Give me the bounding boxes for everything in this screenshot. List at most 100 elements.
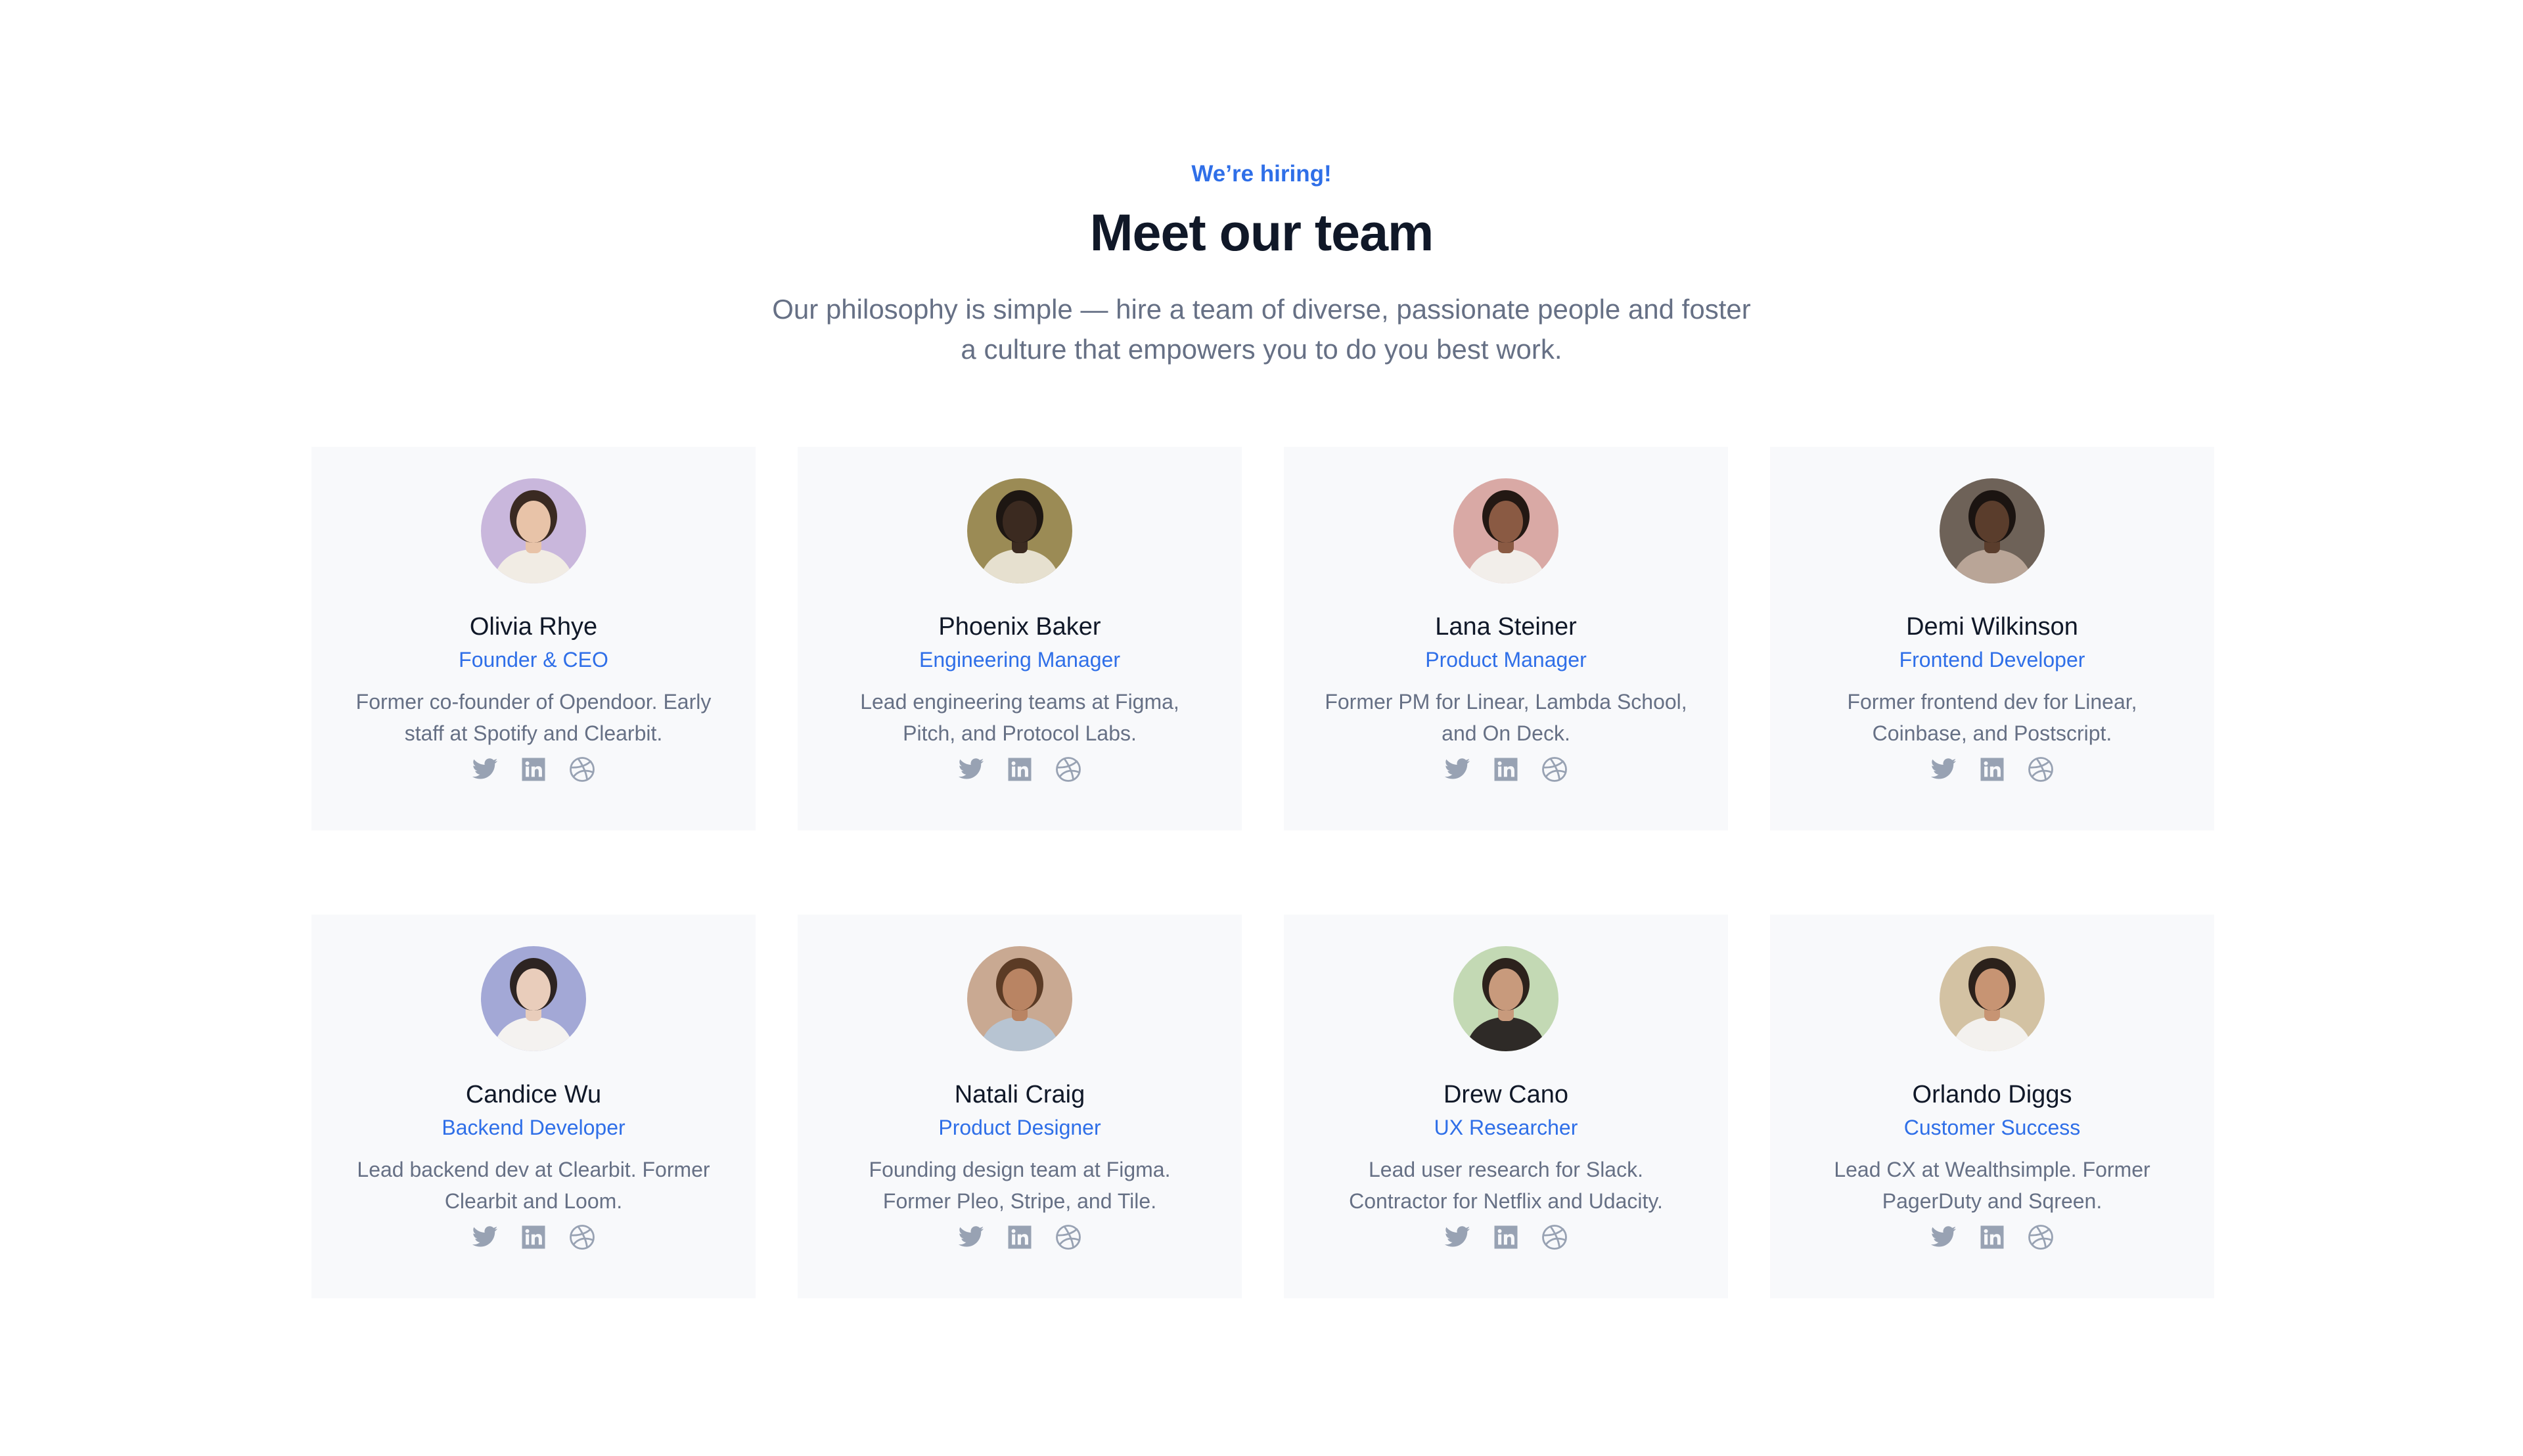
linkedin-icon [1980,758,2004,781]
team-member-card: Natali Craig Product Designer Founding d… [798,915,1242,1298]
dribbble-link[interactable] [567,1222,597,1252]
member-bio-line-1: Founding design team at Figma. [869,1158,1171,1181]
social-links [1284,1222,1728,1254]
linkedin-icon [522,1225,545,1249]
avatar [967,946,1072,1051]
team-grid: Olivia Rhye Founder & CEO Former co-foun… [0,0,2523,1456]
avatar-illustration [481,478,586,583]
linkedin-link[interactable] [1491,754,1521,785]
member-bio-line-2: Contractor for Netflix and Udacity. [1349,1189,1663,1213]
twitter-link[interactable] [956,1222,986,1252]
member-role: Customer Success [1903,1116,2081,1139]
member-role: Founder & CEO [459,648,608,671]
twitter-icon [958,758,984,779]
team-member-card: Lana Steiner Product Manager Former PM f… [1284,447,1728,830]
dribbble-icon [1056,757,1081,782]
member-name: Orlando Diggs [1912,1081,2072,1108]
twitter-link[interactable] [1442,754,1472,785]
social-links [311,1222,756,1254]
avatar-illustration [1453,946,1558,1051]
twitter-icon [958,1226,984,1247]
linkedin-link[interactable] [1005,1222,1035,1252]
member-bio-line-1: Lead engineering teams at Figma, [860,690,1179,714]
avatar [1453,478,1558,583]
social-links [311,754,756,786]
member-bio: Lead CX at Wealthsimple. Former PagerDut… [1790,1154,2194,1217]
linkedin-icon [1494,758,1518,781]
team-section: We’re hiring! Meet our team Our philosop… [0,0,2523,1456]
social-links [798,1222,1242,1254]
dribbble-link[interactable] [2026,754,2056,785]
team-member-card: Orlando Diggs Customer Success Lead CX a… [1770,915,2214,1298]
linkedin-icon [1980,1225,2004,1249]
member-role: Product Manager [1425,648,1587,671]
member-bio-line-2: PagerDuty and Sqreen. [1882,1189,2102,1213]
linkedin-link[interactable] [518,754,549,785]
twitter-icon [472,1226,498,1247]
member-bio-line-2: Clearbit and Loom. [444,1189,623,1213]
twitter-link[interactable] [470,754,500,785]
member-bio: Former frontend dev for Linear, Coinbase… [1790,686,2194,749]
twitter-icon [1930,1226,1957,1247]
social-links [1770,1222,2214,1254]
member-bio: Former co-founder of Opendoor. Early sta… [331,686,736,749]
dribbble-link[interactable] [1053,754,1083,785]
member-name: Demi Wilkinson [1906,613,2078,641]
dribbble-icon [570,1225,595,1250]
member-bio-line-1: Lead backend dev at Clearbit. Former [357,1158,710,1181]
twitter-icon [1930,758,1957,779]
member-bio-line-2: and On Deck. [1442,721,1570,745]
member-bio: Lead engineering teams at Figma, Pitch, … [817,686,1222,749]
linkedin-link[interactable] [1977,754,2007,785]
dribbble-icon [2028,1225,2053,1250]
member-role: Frontend Developer [1899,648,2085,671]
linkedin-icon [522,758,545,781]
member-bio-line-2: Former Pleo, Stripe, and Tile. [882,1189,1157,1213]
team-member-card: Drew Cano UX Researcher Lead user resear… [1284,915,1728,1298]
linkedin-link[interactable] [1491,1222,1521,1252]
dribbble-icon [1056,1225,1081,1250]
member-role: Backend Developer [442,1116,625,1139]
social-links [1284,754,1728,786]
linkedin-icon [1008,758,1032,781]
twitter-link[interactable] [956,754,986,785]
member-role: Product Designer [938,1116,1101,1139]
dribbble-icon [570,757,595,782]
dribbble-link[interactable] [1053,1222,1083,1252]
linkedin-link[interactable] [518,1222,549,1252]
dribbble-icon [1542,1225,1567,1250]
twitter-link[interactable] [1442,1222,1472,1252]
member-role: Engineering Manager [919,648,1120,671]
team-member-card: Olivia Rhye Founder & CEO Former co-foun… [311,447,756,830]
avatar [967,478,1072,583]
dribbble-link[interactable] [567,754,597,785]
member-role: UX Researcher [1434,1116,1578,1139]
twitter-link[interactable] [470,1222,500,1252]
member-name: Phoenix Baker [938,613,1101,641]
avatar-illustration [1940,946,2045,1051]
member-name: Olivia Rhye [469,613,598,641]
avatar [481,946,586,1051]
member-bio-line-1: Former PM for Linear, Lambda School, [1325,690,1687,714]
avatar-illustration [967,478,1072,583]
member-name: Drew Cano [1443,1081,1569,1108]
avatar-illustration [1940,478,2045,583]
avatar-illustration [1453,478,1558,583]
member-bio-line-2: Pitch, and Protocol Labs. [903,721,1137,745]
dribbble-link[interactable] [1539,754,1570,785]
twitter-icon [1444,1226,1470,1247]
twitter-icon [472,758,498,779]
linkedin-link[interactable] [1005,754,1035,785]
linkedin-link[interactable] [1977,1222,2007,1252]
twitter-link[interactable] [1928,1222,1959,1252]
team-member-card: Demi Wilkinson Frontend Developer Former… [1770,447,2214,830]
linkedin-icon [1008,1225,1032,1249]
member-bio: Lead user research for Slack. Contractor… [1304,1154,1708,1217]
member-bio-line-2: Coinbase, and Postscript. [1872,721,2112,745]
avatar-illustration [967,946,1072,1051]
member-name: Natali Craig [954,1081,1085,1108]
linkedin-icon [1494,1225,1518,1249]
dribbble-link[interactable] [2026,1222,2056,1252]
dribbble-link[interactable] [1539,1222,1570,1252]
twitter-link[interactable] [1928,754,1959,785]
